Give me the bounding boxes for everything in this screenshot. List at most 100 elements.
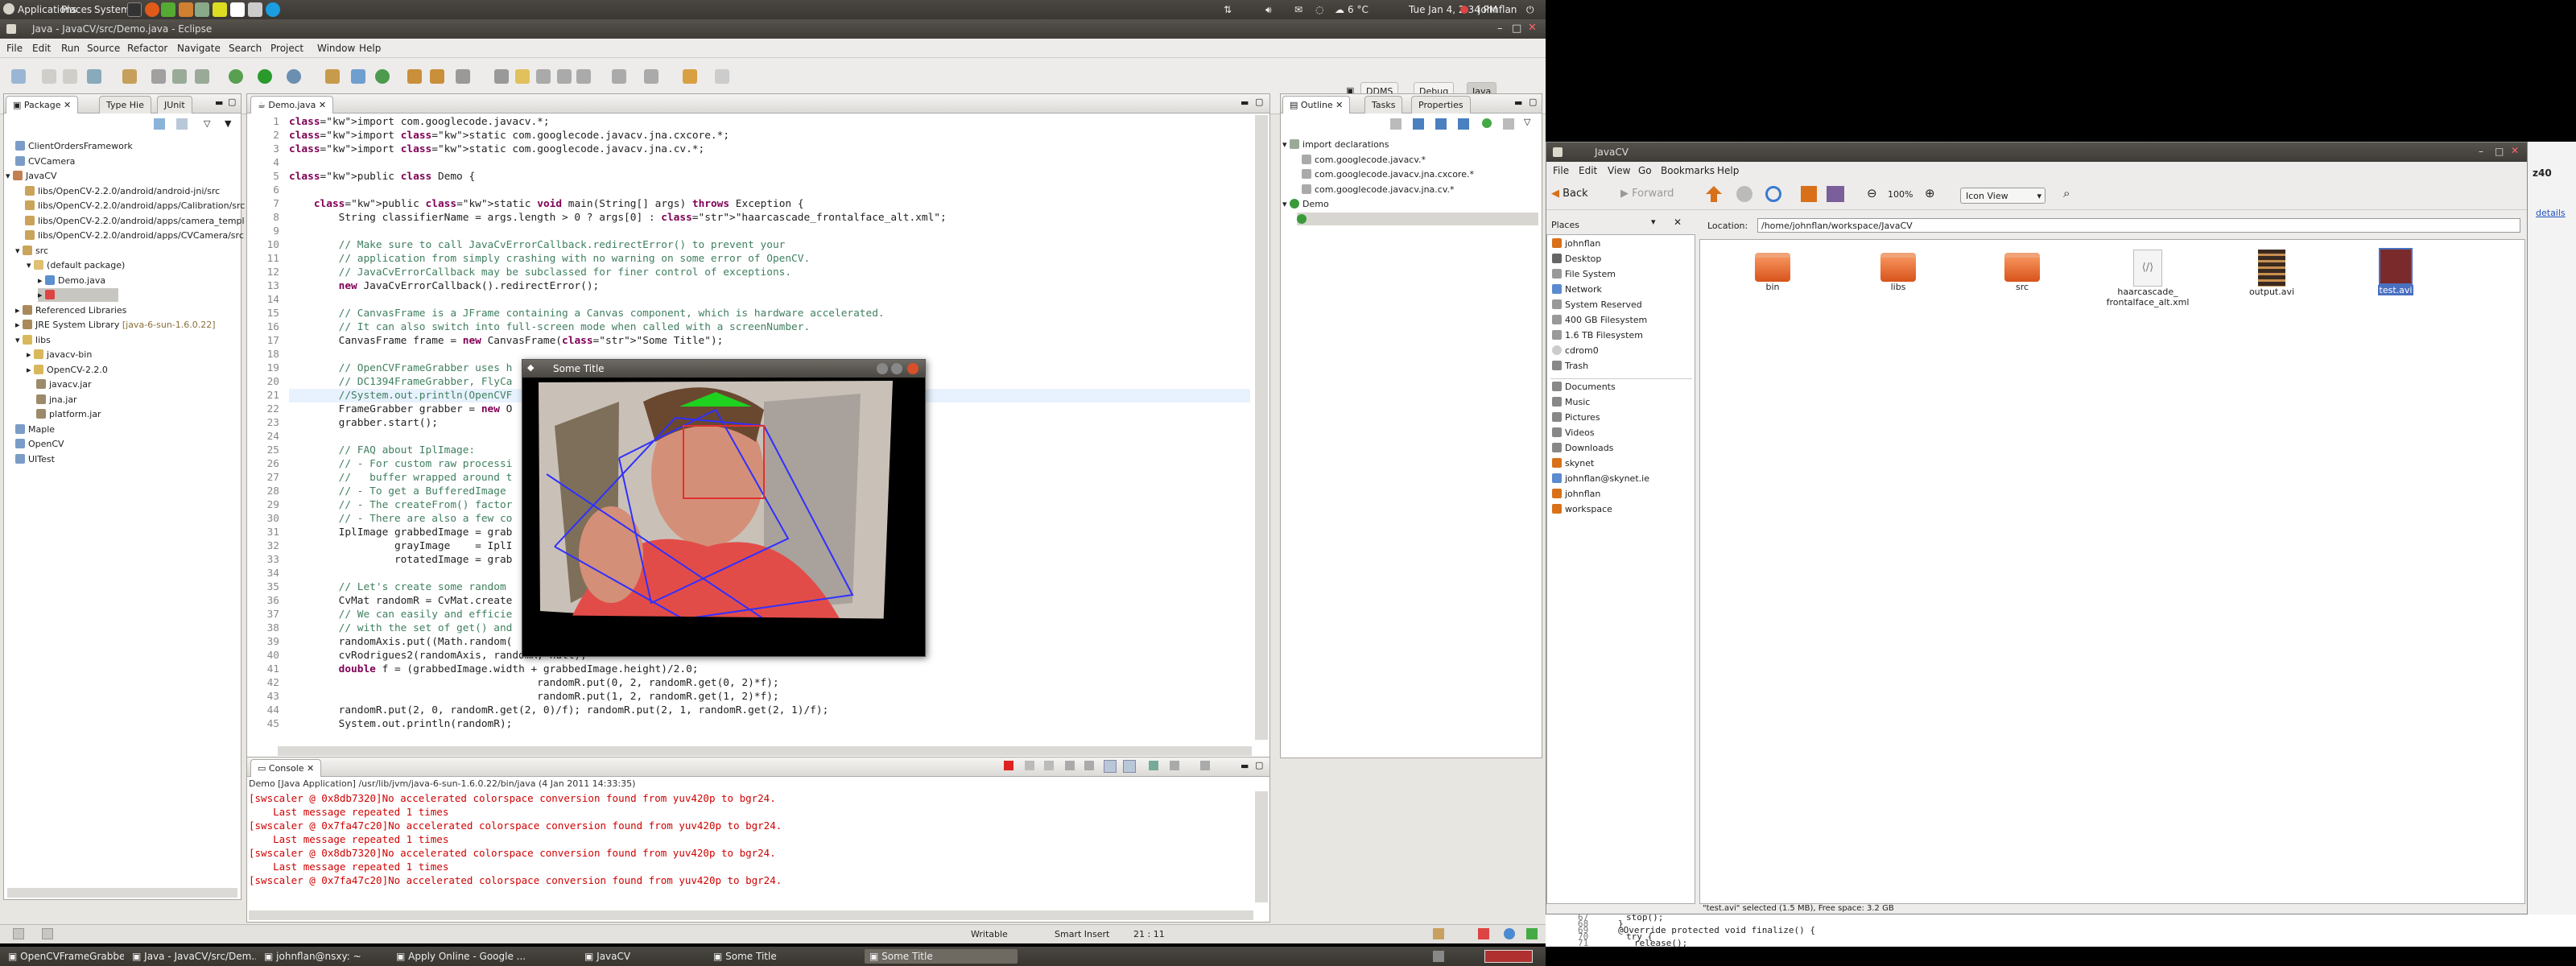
minimize-icon[interactable]: – (1497, 23, 1503, 35)
outline-item-selected[interactable] (1297, 212, 1538, 225)
code-line[interactable]: // application from simply crashing with… (289, 252, 1250, 266)
tree-item-file[interactable]: ▸ Demo.java (38, 274, 105, 289)
place-drive[interactable]: 1.6 TB Filesystem (1552, 330, 1643, 341)
user-name[interactable]: johnflan (1478, 4, 1517, 15)
code-line[interactable]: class="kw">public class Demo { (289, 170, 1250, 184)
tree-item-project[interactable]: Maple (15, 423, 55, 438)
code-line[interactable] (289, 184, 1250, 197)
terminate-icon[interactable] (1004, 761, 1013, 770)
vertical-scrollbar[interactable] (1255, 791, 1268, 902)
minimize-view-icon[interactable]: ▬ (1514, 97, 1522, 108)
stop-icon[interactable] (1736, 186, 1752, 202)
taskbar-item-active[interactable]: ▣ Some Title (865, 949, 1018, 964)
menu-file[interactable]: File (6, 43, 23, 54)
place-home[interactable]: johnflan (1552, 238, 1600, 249)
status-icon[interactable] (1504, 928, 1515, 939)
menu-edit[interactable]: Edit (32, 43, 51, 54)
toggle-mark-icon[interactable] (494, 69, 509, 84)
file-item[interactable]: bin (1724, 253, 1821, 292)
tree-item-source-folder[interactable]: libs/OpenCV-2.2.0/android/apps/CVCamera/… (25, 229, 244, 244)
tab-junit[interactable]: JUnit (157, 96, 192, 114)
code-line[interactable]: double f = (grabbedImage.width + grabbed… (289, 663, 1250, 676)
gnome-foot-icon[interactable] (3, 3, 14, 14)
firefox-icon[interactable] (145, 2, 159, 17)
toolbar-icon[interactable] (576, 69, 591, 84)
toolbar-icon[interactable] (151, 69, 166, 84)
place-drive[interactable]: System Reserved (1552, 299, 1642, 310)
expand-icon[interactable]: ▸ (27, 365, 34, 375)
maximize-icon[interactable]: □ (2495, 146, 2504, 157)
file-item[interactable]: ⟨/⟩ haarcascade_ frontalface_alt.xml (2099, 250, 2196, 308)
debug-run-icon[interactable] (229, 69, 243, 84)
tab-demo-java[interactable]: ☕ Demo.java ✕ (250, 96, 334, 114)
home-icon[interactable] (1801, 186, 1817, 202)
tree-item-jar[interactable]: platform.jar (36, 407, 101, 423)
tab-tasks[interactable]: Tasks (1364, 96, 1403, 114)
taskbar-item[interactable]: ▣ Java - JavaCV/src/Dem... (127, 949, 256, 964)
display-console-icon[interactable] (1170, 761, 1179, 770)
tab-properties[interactable]: Properties (1411, 96, 1471, 114)
view-menu-icon[interactable]: ▽ (204, 118, 210, 129)
vertical-scrollbar[interactable] (1255, 115, 1268, 740)
new-package-icon[interactable] (351, 69, 365, 84)
status-icon[interactable] (1526, 928, 1538, 939)
open-console-icon[interactable] (1200, 761, 1210, 770)
menu-help[interactable]: Help (359, 43, 381, 54)
taskbar-item[interactable]: ▣ OpenCVFrameGrabber.... (3, 949, 124, 964)
tree-item-folder[interactable]: ▸ JRE System Library [java-6-sun-1.6.0.2… (15, 318, 216, 333)
taskbar-item[interactable]: ▣ JavaCV (580, 949, 692, 964)
bookmark-item[interactable]: Pictures (1552, 412, 1600, 423)
code-line[interactable]: String classifierName = args.length > 0 … (289, 211, 1250, 225)
tab-type-hierarchy[interactable]: Type Hie (99, 96, 151, 114)
toolbar-icon[interactable] (536, 69, 551, 84)
menu-help[interactable]: Help (1717, 165, 1739, 176)
workspace-switcher[interactable] (1484, 950, 1533, 963)
window-menu-icon[interactable]: ◆ (527, 362, 534, 373)
bookmark-item[interactable]: Videos (1552, 427, 1595, 438)
tree-item-folder[interactable]: ▸ Referenced Libraries (15, 303, 126, 319)
places-menu[interactable]: Places (61, 4, 92, 15)
expand-icon[interactable]: ▸ (38, 290, 45, 300)
console-output[interactable]: [swscaler @ 0x8db7320]No accelerated col… (249, 791, 1250, 904)
minimize-icon[interactable]: – (2479, 146, 2483, 157)
forward-button[interactable]: ▶ Forward (1620, 188, 1674, 200)
bookmark-item[interactable]: johnflan (1552, 489, 1600, 499)
tree-item-folder[interactable]: ▾ libs (15, 333, 51, 349)
toolbar-icon[interactable] (195, 69, 209, 84)
show-stderr-icon[interactable] (1123, 760, 1136, 773)
tree-item-source-folder[interactable]: ▾ src (15, 244, 48, 259)
place-filesystem[interactable]: File System (1552, 269, 1616, 279)
save-all-icon[interactable] (63, 69, 77, 84)
tree-item-jar[interactable]: javacv.jar (36, 378, 92, 393)
horizontal-scrollbar[interactable] (7, 888, 237, 898)
tab-package[interactable]: ▣ Package ✕ (6, 96, 79, 114)
clear-console-icon[interactable] (1065, 761, 1075, 770)
tree-item-source-folder[interactable]: libs/OpenCV-2.2.0/android/android-jni/sr… (25, 184, 220, 200)
chevron-down-icon[interactable]: ▾ (1651, 217, 1656, 227)
minimize-view-icon[interactable]: ▬ (1241, 761, 1249, 771)
outline-item[interactable]: com.googlecode.javacv.jna.cv.* (1302, 183, 1454, 198)
location-input[interactable]: /home/johnflan/workspace/JavaCV (1757, 218, 2520, 233)
maximize-icon[interactable] (891, 363, 902, 374)
file-manager-titlebar[interactable]: JavaCV – □ ✕ (1546, 142, 2527, 162)
remove-launch-icon[interactable] (1025, 761, 1034, 770)
system-menu[interactable]: System (94, 4, 130, 15)
toolbar-icon[interactable] (456, 69, 470, 84)
frame-titlebar[interactable]: ◆ Some Title (522, 360, 925, 378)
expand-icon[interactable]: ▸ (15, 320, 23, 330)
mail-icon[interactable]: ✉ (1294, 4, 1302, 15)
menu-source[interactable]: Source (87, 43, 120, 54)
code-line[interactable]: class="kw">public class="kw">static void… (289, 197, 1250, 211)
minimize-view-icon[interactable]: ▬ (215, 97, 223, 108)
outline-item[interactable]: com.googlecode.javacv.* (1302, 153, 1426, 168)
expand-icon[interactable]: ▾ (6, 171, 13, 181)
external-tools-icon[interactable] (287, 69, 301, 84)
tree-item-project[interactable]: OpenCV (15, 437, 64, 452)
file-icon-view[interactable]: bin libs src ⟨/⟩ haarcascade_ frontalface… (1699, 239, 2525, 904)
taskbar-item[interactable]: ▣ johnflan@nsxy: ~ (259, 949, 388, 964)
toolbar-icon[interactable] (172, 69, 187, 84)
place-cdrom[interactable]: cdrom0 (1552, 345, 1599, 356)
save-icon[interactable] (42, 69, 56, 84)
horizontal-scrollbar[interactable] (249, 910, 1253, 920)
tree-item-project[interactable]: ▾ JavaCV (6, 169, 56, 184)
